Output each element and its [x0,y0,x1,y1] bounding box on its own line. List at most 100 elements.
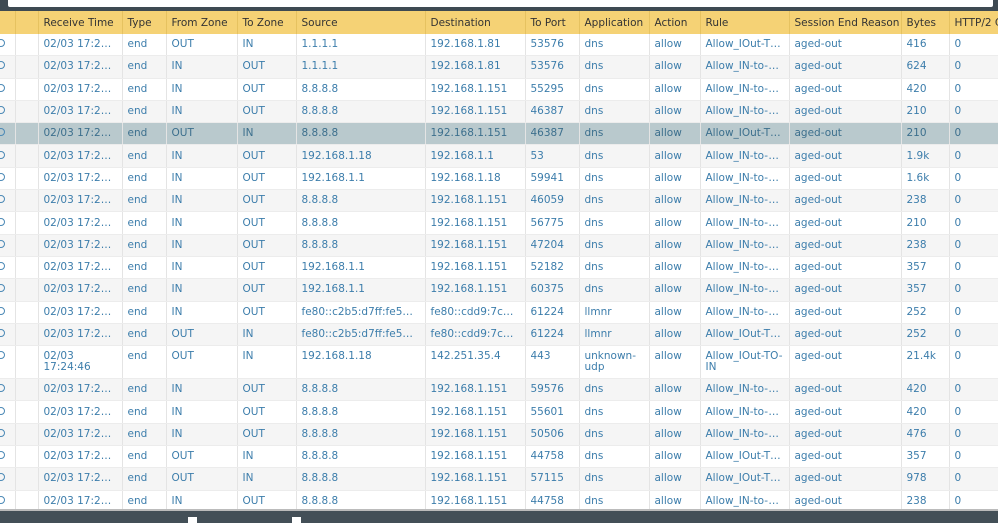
magnifier-icon[interactable] [0,61,5,70]
table-row[interactable]: 02/03 17:24:48 end IN OUT 8.8.8.8 192.168.1.1… [0,100,998,124]
receive-time-cell: 02/03 17:24:46 [38,467,123,491]
magnifier-icon[interactable] [0,329,5,337]
table-row[interactable]: 02/03 17:24:54 end IN OUT 8.8.8.8 192.168.1.1… [0,78,998,101]
magnifier-icon[interactable] [0,128,5,137]
detail-view-cell[interactable] [0,122,16,146]
column-header-action[interactable]: Action [649,11,701,34]
table-row[interactable]: 02/03 17:24:46 end OUT IN 8.8.8.8 192.168.1.1… [0,445,998,469]
magnifier-icon[interactable] [0,351,5,360]
table-row[interactable]: 02/03 17:24:47 end IN OUT 192.168.1.1 192.168… [0,256,998,280]
detail-view-cell[interactable] [0,345,16,380]
table-row[interactable]: 02/03 17:24:46 end OUT IN 192.168.1.18 142.25… [0,345,998,380]
magnifier-icon[interactable] [0,172,5,181]
column-header-blank[interactable] [15,11,39,34]
receive-time-cell: 02/03 17:24:47 [38,211,123,235]
table-row[interactable]: 02/03 17:24:46 end IN OUT 8.8.8.8 192.168.1.1… [0,378,998,402]
magnifier-icon[interactable] [0,195,5,204]
bytes-cell: 420 [901,378,950,402]
magnifier-icon[interactable] [0,217,5,226]
detail-view-cell[interactable] [0,34,16,57]
table-row[interactable]: 02/03 17:24:48 end OUT IN 8.8.8.8 192.168.1.1… [0,122,998,146]
bytes-cell: 238 [901,189,950,213]
table-row[interactable]: 02/03 17:24:55 end OUT IN 1.1.1.1 192.168.1.8… [0,34,998,57]
column-header-detail[interactable] [0,11,16,34]
column-header-type[interactable]: Type [122,11,167,34]
magnifier-icon[interactable] [0,106,5,115]
table-row[interactable]: 02/03 17:24:46 end OUT IN 8.8.8.8 192.168.1.1… [0,467,998,491]
application-cell: dns [579,211,650,235]
table-row[interactable]: 02/03 17:24:47 end IN OUT 8.8.8.8 192.168.1.1… [0,234,998,257]
magnifier-icon[interactable] [0,473,5,482]
detail-view-cell[interactable] [0,423,16,447]
blank-cell [15,400,39,424]
magnifier-icon[interactable] [0,150,5,159]
detail-view-cell[interactable] [0,211,16,235]
detail-view-cell[interactable] [0,445,16,469]
table-row[interactable]: 02/03 17:24:47 end IN OUT 8.8.8.8 192.168.1.1… [0,211,998,235]
column-header-source[interactable]: Source [296,11,426,34]
detail-view-cell[interactable] [0,256,16,280]
source-cell: 8.8.8.8 [296,234,426,257]
receive-time-cell: 02/03 17:24:48 [38,122,123,146]
detail-view-cell[interactable] [0,78,16,101]
magnifier-icon[interactable] [0,406,5,415]
checkbox[interactable] [292,517,301,526]
detail-view-cell[interactable] [0,400,16,424]
column-header-receive-time[interactable]: Receive Time [38,11,123,34]
detail-view-cell[interactable] [0,278,16,302]
detail-view-cell[interactable] [0,167,16,191]
detail-view-cell[interactable] [0,301,16,324]
to-zone-cell: OUT [237,78,297,101]
column-header-from-zone[interactable]: From Zone [166,11,238,34]
checkbox[interactable] [188,517,197,526]
magnifier-icon[interactable] [0,83,5,92]
magnifier-icon[interactable] [0,262,5,271]
column-header-http2[interactable]: HTTP/2 Co [949,11,998,34]
action-cell: allow [649,234,701,257]
filter-input[interactable] [8,0,993,7]
rule-cell: Allow_IN-to-Out [700,278,790,302]
detail-view-cell[interactable] [0,234,16,257]
table-row[interactable]: 02/03 17:24:46 end IN OUT fe80::c2b5:d7ff:fe… [0,301,998,324]
column-header-session-end-reason[interactable]: Session End Reason [789,11,902,34]
to-zone-cell: OUT [237,167,297,191]
session-end-reason-cell: aged-out [789,400,902,424]
column-header-application[interactable]: Application [579,11,650,34]
table-row[interactable]: 02/03 17:24:46 end IN OUT 8.8.8.8 192.168.1.1… [0,400,998,424]
magnifier-icon[interactable] [0,384,5,393]
detail-view-cell[interactable] [0,100,16,124]
column-header-rule[interactable]: Rule [700,11,790,34]
magnifier-icon[interactable] [0,239,5,248]
column-header-destination[interactable]: Destination [425,11,526,34]
table-row[interactable]: 02/03 17:24:48 end IN OUT 192.168.1.18 192.16… [0,144,998,168]
detail-view-cell[interactable] [0,323,16,347]
table-row[interactable]: 02/03 17:24:46 end IN OUT 8.8.8.8 192.168.1.1… [0,423,998,447]
column-header-bytes[interactable]: Bytes [901,11,950,34]
bytes-cell: 252 [901,301,950,324]
table-row[interactable]: 02/03 17:24:47 end IN OUT 192.168.1.1 192.168… [0,278,998,302]
magnifier-icon[interactable] [0,39,5,48]
source-cell: 8.8.8.8 [296,378,426,402]
detail-view-cell[interactable] [0,467,16,491]
detail-view-cell[interactable] [0,189,16,213]
detail-view-cell[interactable] [0,378,16,402]
bytes-cell: 210 [901,100,950,124]
magnifier-icon[interactable] [0,306,5,315]
table-row[interactable]: 02/03 17:24:47 end IN OUT 8.8.8.8 192.168.1.1… [0,189,998,213]
action-cell: allow [649,78,701,101]
detail-view-cell[interactable] [0,55,16,79]
detail-view-cell[interactable] [0,144,16,168]
magnifier-icon[interactable] [0,451,5,460]
magnifier-icon[interactable] [0,428,5,437]
table-row[interactable]: 02/03 17:24:48 end IN OUT 192.168.1.1 192.168… [0,167,998,191]
http2-cell: 0 [949,378,998,402]
column-header-to-port[interactable]: To Port [525,11,580,34]
table-row[interactable]: 02/03 17:24:55 end IN OUT 1.1.1.1 192.168.1.8… [0,55,998,79]
column-header-to-zone[interactable]: To Zone [237,11,297,34]
destination-cell: 192.168.1.151 [425,378,526,402]
table-row[interactable]: 02/03 17:24:46 end OUT IN fe80::c2b5:d7ff:fe… [0,323,998,347]
magnifier-icon[interactable] [0,495,5,504]
session-end-reason-cell: aged-out [789,278,902,302]
blank-cell [15,144,39,168]
magnifier-icon[interactable] [0,284,5,293]
